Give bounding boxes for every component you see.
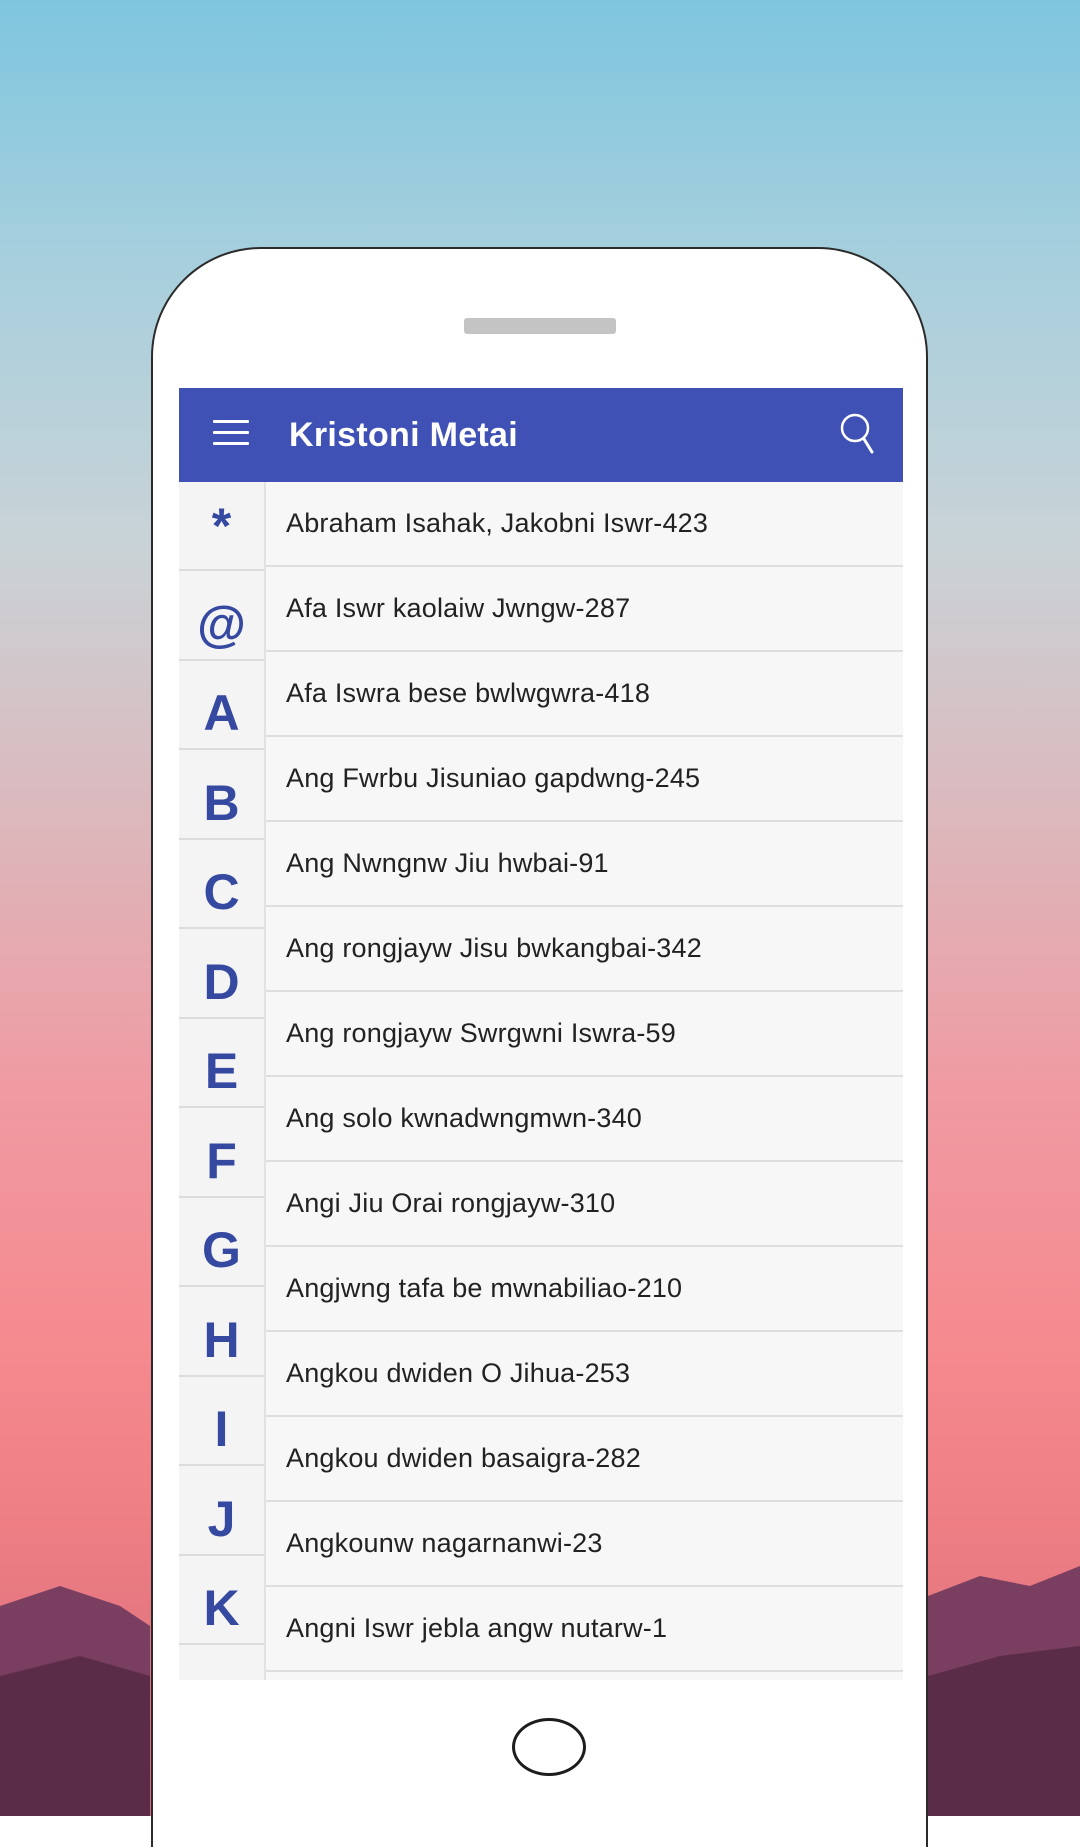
index-letter[interactable]: @ <box>179 571 264 661</box>
song-list-item[interactable]: Angni Iswr jebla angw nutarw-1 <box>266 1587 903 1672</box>
index-letter[interactable]: * <box>179 482 264 571</box>
phone-frame: Kristoni Metai *@ABCDEFGHIJKL Abraham Is… <box>151 247 928 1847</box>
index-letter[interactable]: D <box>179 929 264 1019</box>
song-list-item[interactable]: Afa Iswr kaolaiw Jwngw-287 <box>266 567 903 652</box>
song-list-item[interactable]: Angjwng tafa be mwnabiliao-210 <box>266 1247 903 1332</box>
song-list-item[interactable]: Abraham Isahak, Jakobni Iswr-423 <box>266 482 903 567</box>
song-list[interactable]: Abraham Isahak, Jakobni Iswr-423 Afa Iswr… <box>266 482 903 1680</box>
index-letter[interactable]: K <box>179 1556 264 1645</box>
phone-screen: Kristoni Metai *@ABCDEFGHIJKL Abraham Is… <box>179 388 903 1680</box>
index-letter[interactable]: F <box>179 1108 264 1198</box>
song-list-item[interactable]: Afa Iswra bese bwlwgwra-418 <box>266 652 903 737</box>
index-letter[interactable]: H <box>179 1287 264 1377</box>
song-list-item[interactable]: Angi Jiu Orai rongjayw-310 <box>266 1162 903 1247</box>
phone-speaker <box>464 318 616 334</box>
index-letter[interactable]: A <box>179 661 264 750</box>
alphabet-index[interactable]: *@ABCDEFGHIJKL <box>179 482 266 1680</box>
song-list-item[interactable]: Ang rongjayw Swrgwni Iswra-59 <box>266 992 903 1077</box>
song-list-item[interactable]: Ang solo kwnadwngmwn-340 <box>266 1077 903 1162</box>
home-button[interactable] <box>512 1718 586 1776</box>
song-list-item[interactable]: Angkou dwiden O Jihua-253 <box>266 1332 903 1417</box>
hamburger-menu-icon[interactable] <box>213 420 249 448</box>
index-letter[interactable]: B <box>179 750 264 840</box>
index-letter[interactable]: I <box>179 1377 264 1466</box>
song-list-item[interactable]: Ang Fwrbu Jisuniao gapdwng-245 <box>266 737 903 822</box>
song-list-area: *@ABCDEFGHIJKL Abraham Isahak, Jakobni I… <box>179 482 903 1680</box>
song-list-item[interactable]: Angkounw nagarnanwi-23 <box>266 1502 903 1587</box>
search-icon[interactable] <box>839 412 879 456</box>
index-letter[interactable]: L <box>179 1645 264 1681</box>
song-list-item[interactable]: Angkou dwiden basaigra-282 <box>266 1417 903 1502</box>
index-letter[interactable]: G <box>179 1198 264 1287</box>
app-title: Kristoni Metai <box>289 416 519 454</box>
app-bar: Kristoni Metai <box>179 388 903 482</box>
index-letter[interactable]: E <box>179 1019 264 1108</box>
index-letter[interactable]: C <box>179 840 264 929</box>
song-list-item[interactable]: Ang rongjayw Jisu bwkangbai-342 <box>266 907 903 992</box>
song-list-item[interactable]: Ang Nwngnw Jiu hwbai-91 <box>266 822 903 907</box>
index-letter[interactable]: J <box>179 1466 264 1556</box>
